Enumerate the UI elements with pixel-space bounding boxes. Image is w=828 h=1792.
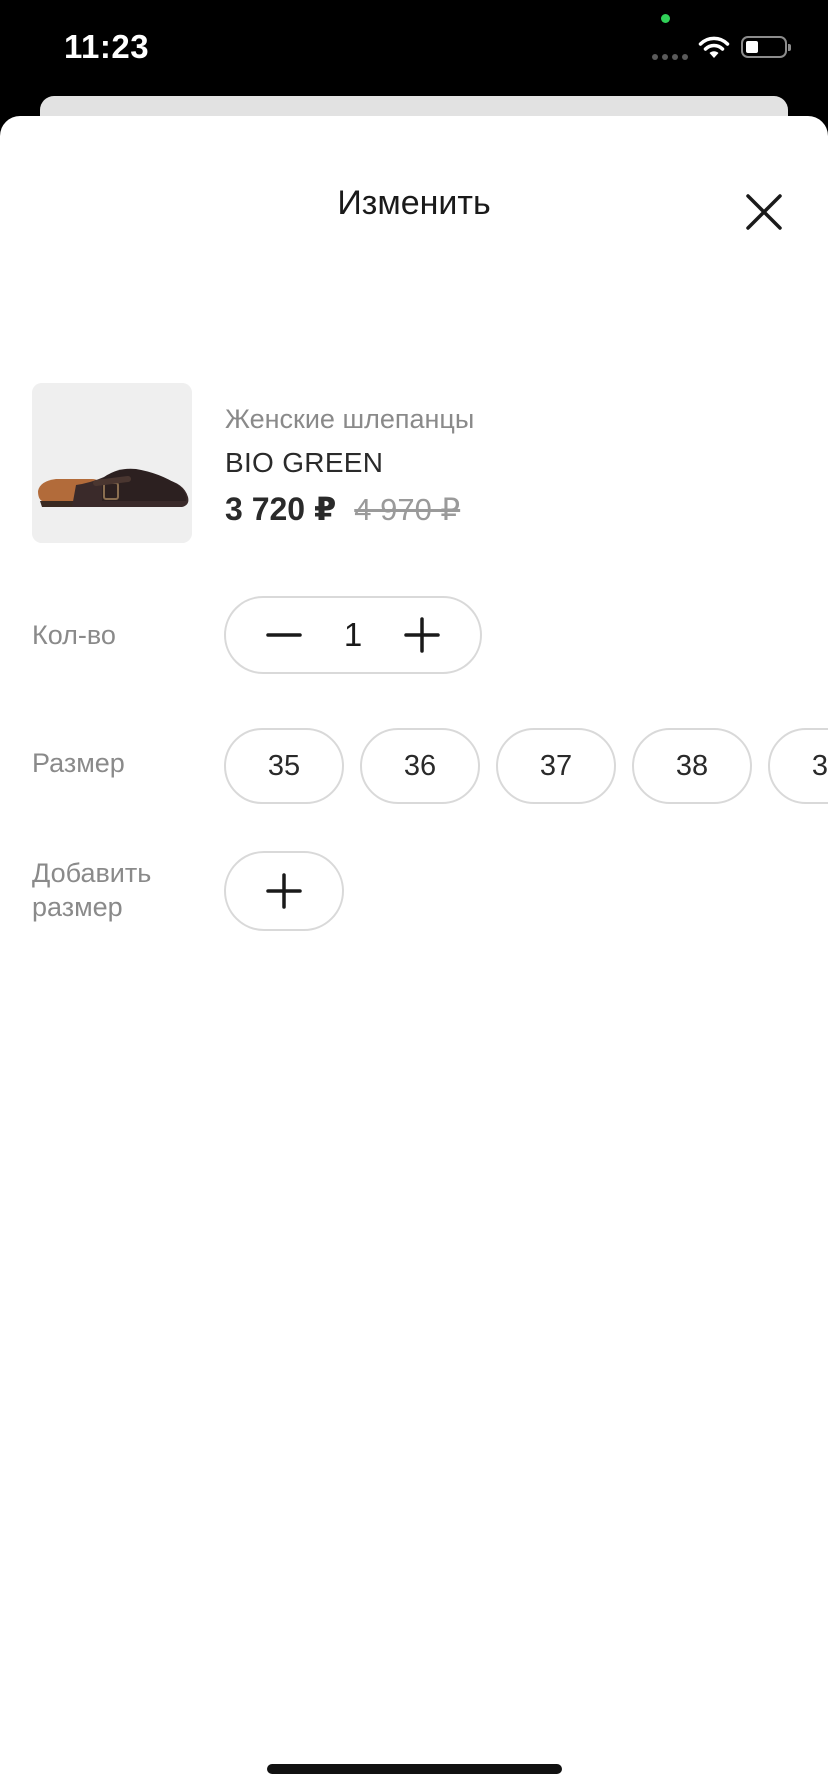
product-category: Женские шлепанцы (225, 404, 475, 434)
plus-icon (266, 873, 302, 909)
close-button[interactable] (734, 182, 794, 242)
size-option-35[interactable]: 35 (224, 728, 344, 804)
size-option-36[interactable]: 36 (360, 728, 480, 804)
wifi-icon (698, 36, 730, 58)
plus-icon (404, 617, 440, 653)
quantity-stepper: 1 (224, 596, 482, 674)
battery-icon (741, 36, 791, 58)
status-time: 11:23 (64, 28, 150, 65)
add-size-button[interactable] (224, 851, 344, 931)
size-option-39[interactable]: 39 (768, 728, 828, 804)
home-indicator (267, 1764, 562, 1774)
product-name: BIO GREEN (225, 447, 384, 478)
price-current: 3 720 ₽ (225, 491, 337, 527)
add-size-label-line1: Добавить (32, 858, 152, 888)
size-option-37[interactable]: 37 (496, 728, 616, 804)
increase-quantity-button[interactable] (382, 598, 462, 672)
close-icon (746, 194, 782, 230)
product-image (32, 383, 192, 543)
add-size-label: Добавить размер (32, 856, 151, 924)
privacy-indicator-dot (661, 14, 670, 23)
status-bar: 11:23 (0, 0, 828, 100)
add-size-label-line2: размер (32, 892, 123, 922)
cellular-signal-icon (652, 54, 688, 60)
price-old: 4 970 ₽ (354, 492, 461, 527)
size-options: 35 36 37 38 39 (224, 728, 828, 806)
size-option-38[interactable]: 38 (632, 728, 752, 804)
edit-sheet: Изменить Женские шлепанцы BIO GREEN 3 72… (0, 116, 828, 1792)
price-row: 3 720 ₽ 4 970 ₽ (225, 490, 460, 528)
quantity-label: Кол-во (32, 620, 116, 650)
size-label: Размер (32, 748, 125, 778)
shoe-image (32, 383, 192, 543)
sheet-title: Изменить (337, 184, 491, 222)
